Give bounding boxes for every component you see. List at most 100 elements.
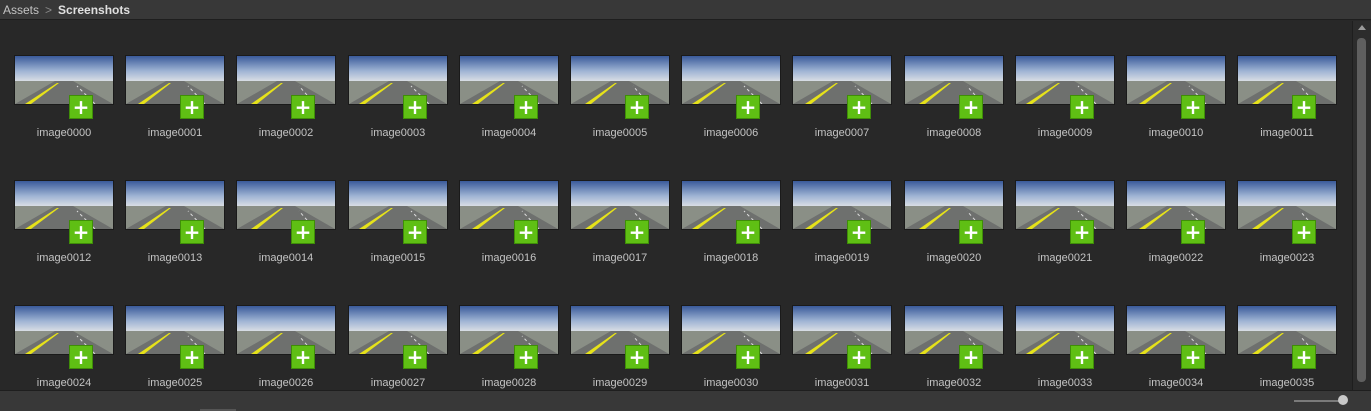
asset-thumbnail[interactable] bbox=[125, 55, 225, 105]
plus-icon[interactable]: + bbox=[403, 220, 427, 244]
asset-thumbnail[interactable] bbox=[681, 305, 781, 355]
plus-icon[interactable]: + bbox=[625, 220, 649, 244]
plus-icon[interactable]: + bbox=[180, 345, 204, 369]
zoom-slider-knob[interactable] bbox=[1338, 395, 1348, 405]
asset-item[interactable]: + image0015 bbox=[348, 180, 448, 272]
asset-thumbnail[interactable] bbox=[14, 55, 114, 105]
asset-thumbnail[interactable] bbox=[125, 305, 225, 355]
asset-thumbnail[interactable] bbox=[570, 55, 670, 105]
asset-thumbnail[interactable] bbox=[125, 180, 225, 230]
asset-thumbnail[interactable] bbox=[904, 55, 1004, 105]
asset-thumbnail[interactable] bbox=[236, 180, 336, 230]
plus-icon[interactable]: + bbox=[403, 345, 427, 369]
asset-thumbnail[interactable] bbox=[459, 305, 559, 355]
plus-icon[interactable]: + bbox=[1292, 220, 1316, 244]
plus-icon[interactable]: + bbox=[959, 95, 983, 119]
asset-item[interactable]: + image0024 bbox=[14, 305, 114, 390]
asset-thumbnail[interactable] bbox=[904, 180, 1004, 230]
asset-thumbnail[interactable] bbox=[1015, 305, 1115, 355]
zoom-slider-track[interactable] bbox=[1294, 400, 1342, 402]
asset-item[interactable]: + image0029 bbox=[570, 305, 670, 390]
asset-item[interactable]: + image0028 bbox=[459, 305, 559, 390]
plus-icon[interactable]: + bbox=[847, 345, 871, 369]
plus-icon[interactable]: + bbox=[1181, 220, 1205, 244]
plus-icon[interactable]: + bbox=[959, 345, 983, 369]
asset-thumbnail[interactable] bbox=[1237, 180, 1337, 230]
asset-item[interactable]: + image0001 bbox=[125, 55, 225, 147]
asset-item[interactable]: + image0006 bbox=[681, 55, 781, 147]
asset-thumbnail[interactable] bbox=[1126, 305, 1226, 355]
asset-item[interactable]: + image0018 bbox=[681, 180, 781, 272]
asset-item[interactable]: + image0032 bbox=[904, 305, 1004, 390]
asset-item[interactable]: + image0025 bbox=[125, 305, 225, 390]
breadcrumb-assets[interactable]: Assets bbox=[3, 3, 39, 17]
asset-item[interactable]: + image0016 bbox=[459, 180, 559, 272]
asset-thumbnail[interactable] bbox=[14, 180, 114, 230]
asset-thumbnail[interactable] bbox=[14, 305, 114, 355]
asset-thumbnail[interactable] bbox=[348, 55, 448, 105]
plus-icon[interactable]: + bbox=[180, 95, 204, 119]
asset-thumbnail[interactable] bbox=[459, 55, 559, 105]
asset-thumbnail[interactable] bbox=[1237, 55, 1337, 105]
plus-icon[interactable]: + bbox=[736, 345, 760, 369]
asset-thumbnail[interactable] bbox=[570, 305, 670, 355]
asset-item[interactable]: + image0003 bbox=[348, 55, 448, 147]
asset-item[interactable]: + image0030 bbox=[681, 305, 781, 390]
asset-item[interactable]: + image0023 bbox=[1237, 180, 1337, 272]
scrollbar-thumb[interactable] bbox=[1357, 38, 1366, 382]
asset-thumbnail[interactable] bbox=[236, 55, 336, 105]
plus-icon[interactable]: + bbox=[1070, 345, 1094, 369]
plus-icon[interactable]: + bbox=[736, 95, 760, 119]
plus-icon[interactable]: + bbox=[403, 95, 427, 119]
plus-icon[interactable]: + bbox=[291, 345, 315, 369]
asset-item[interactable]: + image0031 bbox=[792, 305, 892, 390]
plus-icon[interactable]: + bbox=[736, 220, 760, 244]
scroll-up-icon[interactable] bbox=[1358, 25, 1366, 30]
asset-thumbnail[interactable] bbox=[792, 305, 892, 355]
asset-item[interactable]: + image0021 bbox=[1015, 180, 1115, 272]
plus-icon[interactable]: + bbox=[1181, 345, 1205, 369]
asset-thumbnail[interactable] bbox=[459, 180, 559, 230]
plus-icon[interactable]: + bbox=[1070, 220, 1094, 244]
asset-item[interactable]: + image0022 bbox=[1126, 180, 1226, 272]
asset-thumbnail[interactable] bbox=[904, 305, 1004, 355]
plus-icon[interactable]: + bbox=[959, 220, 983, 244]
plus-icon[interactable]: + bbox=[847, 220, 871, 244]
asset-thumbnail[interactable] bbox=[570, 180, 670, 230]
asset-thumbnail[interactable] bbox=[236, 305, 336, 355]
asset-item[interactable]: + image0027 bbox=[348, 305, 448, 390]
plus-icon[interactable]: + bbox=[69, 345, 93, 369]
plus-icon[interactable]: + bbox=[514, 95, 538, 119]
asset-thumbnail[interactable] bbox=[348, 180, 448, 230]
plus-icon[interactable]: + bbox=[1292, 95, 1316, 119]
asset-thumbnail[interactable] bbox=[1126, 180, 1226, 230]
asset-item[interactable]: + image0014 bbox=[236, 180, 336, 272]
asset-thumbnail[interactable] bbox=[1015, 180, 1115, 230]
plus-icon[interactable]: + bbox=[847, 95, 871, 119]
plus-icon[interactable]: + bbox=[1070, 95, 1094, 119]
asset-thumbnail[interactable] bbox=[792, 180, 892, 230]
plus-icon[interactable]: + bbox=[625, 95, 649, 119]
asset-thumbnail[interactable] bbox=[1015, 55, 1115, 105]
asset-item[interactable]: + image0004 bbox=[459, 55, 559, 147]
plus-icon[interactable]: + bbox=[291, 220, 315, 244]
plus-icon[interactable]: + bbox=[514, 220, 538, 244]
asset-item[interactable]: + image0035 bbox=[1237, 305, 1337, 390]
asset-item[interactable]: + image0010 bbox=[1126, 55, 1226, 147]
asset-thumbnail[interactable] bbox=[348, 305, 448, 355]
asset-item[interactable]: + image0012 bbox=[14, 180, 114, 272]
asset-item[interactable]: + image0009 bbox=[1015, 55, 1115, 147]
asset-item[interactable]: + image0008 bbox=[904, 55, 1004, 147]
asset-item[interactable]: + image0026 bbox=[236, 305, 336, 390]
asset-item[interactable]: + image0002 bbox=[236, 55, 336, 147]
asset-thumbnail[interactable] bbox=[681, 55, 781, 105]
plus-icon[interactable]: + bbox=[69, 95, 93, 119]
plus-icon[interactable]: + bbox=[1292, 345, 1316, 369]
asset-thumbnail[interactable] bbox=[1237, 305, 1337, 355]
breadcrumb-screenshots[interactable]: Screenshots bbox=[58, 3, 130, 17]
plus-icon[interactable]: + bbox=[69, 220, 93, 244]
asset-item[interactable]: + image0007 bbox=[792, 55, 892, 147]
plus-icon[interactable]: + bbox=[291, 95, 315, 119]
plus-icon[interactable]: + bbox=[514, 345, 538, 369]
plus-icon[interactable]: + bbox=[625, 345, 649, 369]
